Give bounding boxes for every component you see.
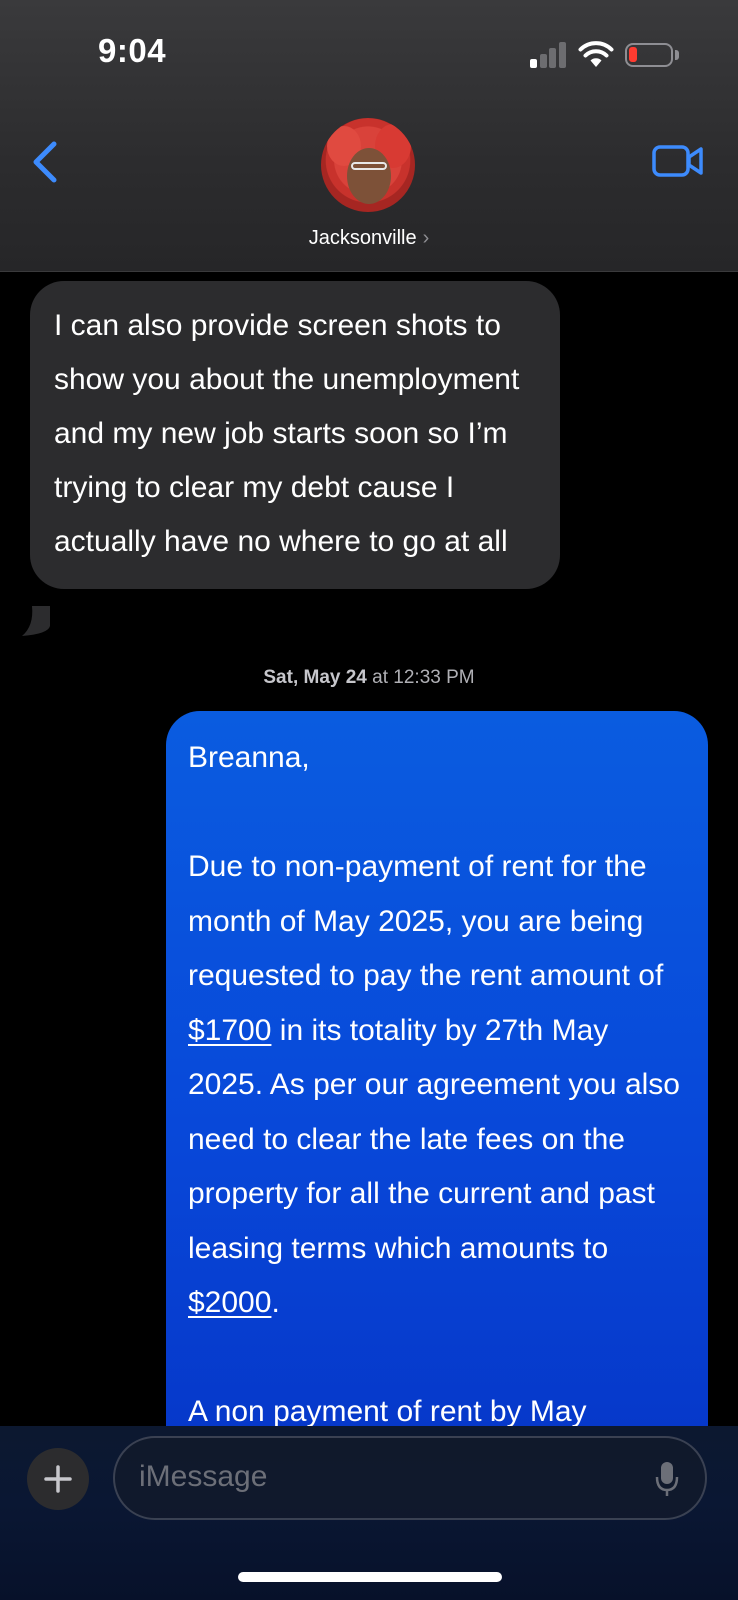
wifi-icon: [578, 41, 614, 67]
input-placeholder: iMessage: [139, 1460, 268, 1493]
plus-icon: [44, 1465, 72, 1493]
add-attachment-button[interactable]: [27, 1448, 89, 1510]
bubble-tail: [22, 606, 50, 636]
message-paragraph-1: Due to non-payment of rent for the month…: [188, 850, 680, 1319]
incoming-message-bubble[interactable]: I can also provide screen shots to show …: [30, 281, 560, 589]
timestamp-day: Sat, May 24: [263, 667, 367, 688]
timestamp-time: at 12:33 PM: [372, 667, 475, 688]
back-chevron-icon[interactable]: [30, 140, 60, 184]
contact-name-label: Jacksonville: [308, 227, 417, 249]
contact-name-button[interactable]: Jacksonville ›: [0, 227, 738, 250]
video-camera-icon[interactable]: [652, 143, 704, 179]
imessage-input[interactable]: iMessage: [113, 1436, 707, 1520]
chevron-right-icon: ›: [422, 227, 430, 249]
message-timestamp: Sat, May 24 at 12:33 PM: [0, 667, 738, 689]
battery-nub: [675, 50, 679, 60]
cellular-signal-icon: [530, 42, 566, 68]
incoming-message-text: I can also provide screen shots to show …: [54, 309, 520, 558]
fees-amount-link[interactable]: $2000: [188, 1286, 271, 1319]
conversation-header: 9:04 Jacksonville ›: [0, 0, 738, 272]
rent-amount-link[interactable]: $1700: [188, 1014, 271, 1047]
battery-icon: [625, 43, 673, 67]
message-greeting: Breanna,: [188, 741, 310, 774]
status-time: 9:04: [98, 32, 167, 69]
contact-avatar[interactable]: [321, 118, 415, 212]
messages-screen: 9:04 Jacksonville › I can also provide sc…: [0, 0, 738, 1600]
home-indicator[interactable]: [238, 1572, 502, 1582]
outgoing-message-bubble[interactable]: Breanna, Due to non-payment of rent for …: [166, 711, 708, 1471]
microphone-icon[interactable]: [655, 1460, 679, 1498]
